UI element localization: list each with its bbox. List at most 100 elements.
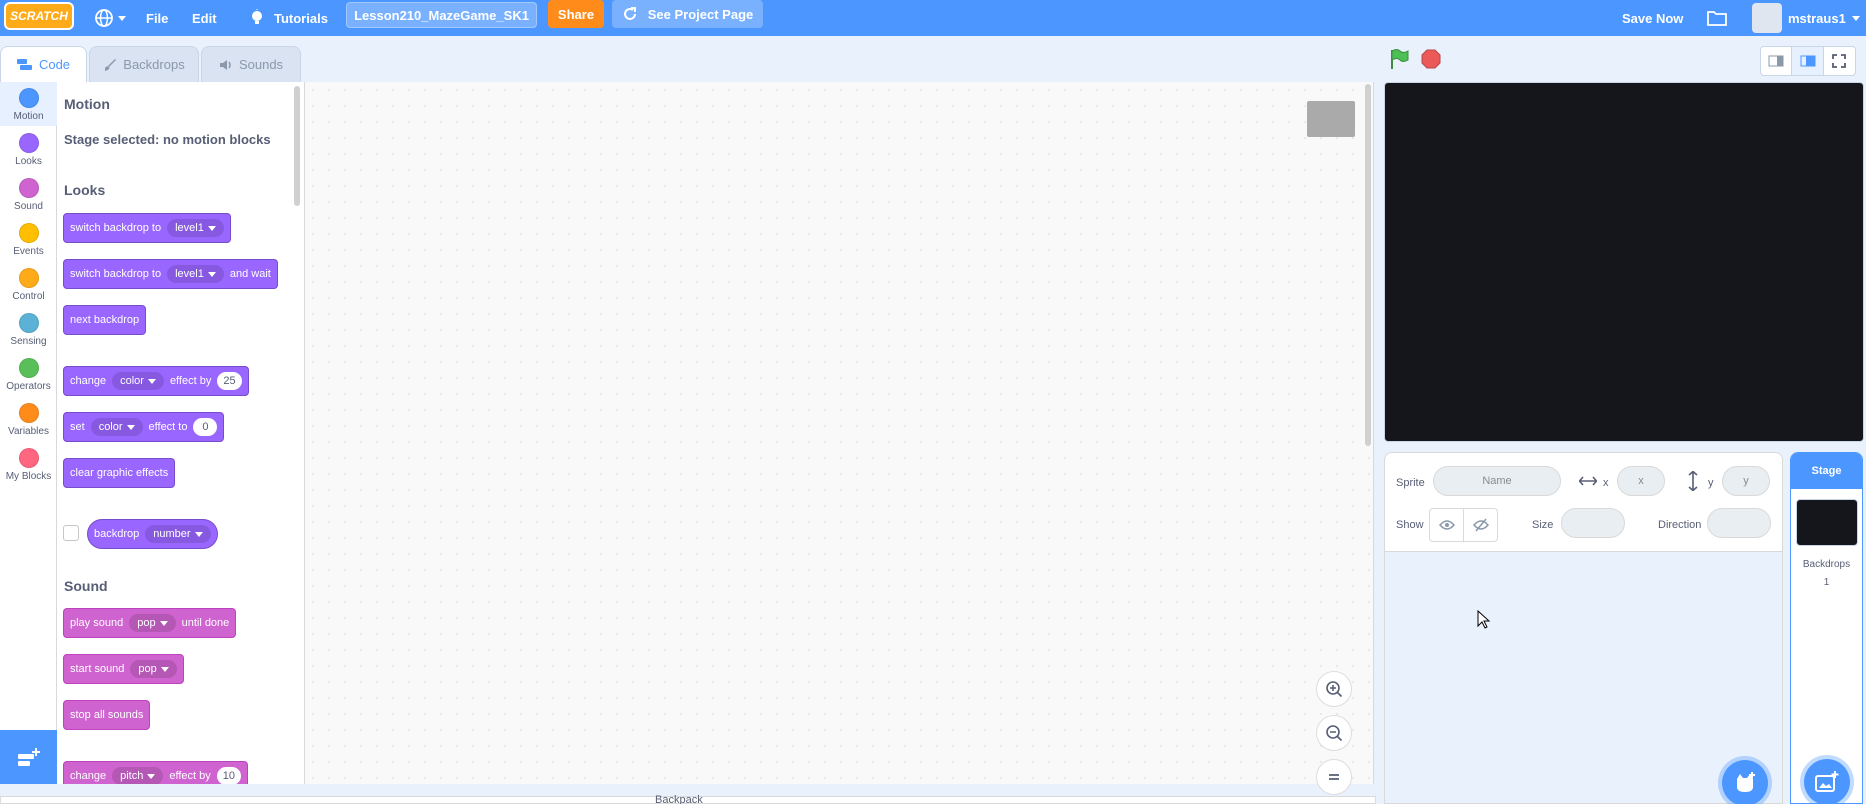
- palette-scrollbar[interactable]: [294, 86, 300, 206]
- edit-menu[interactable]: Edit: [192, 0, 217, 36]
- block-text: switch backdrop to: [70, 268, 162, 280]
- number-input[interactable]: 0: [193, 418, 218, 436]
- share-button[interactable]: Share: [548, 0, 604, 28]
- number-input[interactable]: 25: [217, 372, 242, 390]
- category-motion[interactable]: Motion: [0, 82, 57, 126]
- fullscreen-icon: [1832, 54, 1847, 68]
- block-text: effect by: [169, 770, 211, 782]
- block-palette: Motion Stage selected: no motion blocks …: [57, 82, 305, 784]
- equals-icon: [1329, 774, 1339, 780]
- dropdown-value: pitch: [120, 770, 144, 782]
- block-stop-all-sounds[interactable]: stop all sounds: [63, 700, 151, 730]
- sprite-info-panel: Sprite Name x x y y Show Size Direction: [1384, 452, 1783, 552]
- block-change-effect[interactable]: change color effect by 25: [63, 366, 249, 396]
- category-variables[interactable]: Variables: [0, 397, 57, 441]
- add-sprite-button[interactable]: [1722, 760, 1768, 804]
- sound-dropdown[interactable]: pop: [129, 614, 176, 632]
- backdrops-count: 1: [1823, 577, 1830, 588]
- category-dot: [18, 268, 39, 288]
- effect-dropdown[interactable]: pitch: [112, 767, 164, 784]
- mouse-cursor-icon: [1477, 610, 1491, 629]
- block-switch-backdrop[interactable]: switch backdrop to level1: [63, 213, 231, 243]
- speaker-icon: [219, 59, 231, 70]
- x-label: x: [1603, 477, 1609, 489]
- category-looks[interactable]: Looks: [0, 127, 57, 171]
- stage-canvas[interactable]: [1384, 82, 1864, 442]
- my-stuff-button[interactable]: [1706, 0, 1728, 36]
- add-extension-button[interactable]: [0, 730, 57, 784]
- tab-backdrops[interactable]: Backdrops: [89, 46, 199, 82]
- scratch-logo[interactable]: SCRATCH: [4, 2, 74, 30]
- backdrop-dropdown[interactable]: level1: [167, 219, 224, 237]
- block-set-effect[interactable]: set color effect to 0: [63, 412, 225, 442]
- language-menu[interactable]: [94, 0, 126, 36]
- category-menu: Motion Looks Sound Events Control Sensin…: [0, 82, 57, 784]
- tab-code[interactable]: Code: [0, 46, 87, 82]
- project-title-input[interactable]: Lesson210_MazeGame_SK1: [346, 2, 537, 28]
- backdrop-add-icon: [1815, 771, 1839, 792]
- small-stage-button[interactable]: [1761, 47, 1793, 75]
- sprite-name-input[interactable]: Name: [1433, 466, 1561, 496]
- size-input[interactable]: [1561, 508, 1625, 538]
- category-dot: [18, 133, 39, 153]
- monitor-checkbox[interactable]: [63, 525, 79, 541]
- save-now-button[interactable]: Save Now: [1622, 0, 1683, 36]
- tab-code-label: Code: [38, 57, 71, 72]
- dropdown-value: number: [153, 528, 191, 540]
- y-input[interactable]: y: [1722, 466, 1770, 496]
- category-operators[interactable]: Operators: [0, 352, 57, 396]
- block-switch-backdrop-wait[interactable]: switch backdrop to level1 and wait: [63, 259, 278, 289]
- green-flag-button[interactable]: [1388, 48, 1410, 75]
- category-label: Events: [13, 246, 44, 257]
- block-next-backdrop[interactable]: next backdrop: [63, 305, 147, 335]
- category-dot: [18, 403, 39, 423]
- tutorials-button[interactable]: Tutorials: [248, 0, 328, 36]
- stop-button[interactable]: [1420, 48, 1442, 75]
- zoom-reset-button[interactable]: [1316, 759, 1352, 795]
- add-backdrop-button[interactable]: [1804, 759, 1850, 804]
- backdrop-property-dropdown[interactable]: number: [145, 525, 211, 543]
- sprite-list[interactable]: [1384, 552, 1783, 804]
- block-backdrop-reporter[interactable]: backdrop number: [87, 519, 218, 549]
- see-project-page-button[interactable]: See Project Page: [612, 0, 763, 28]
- category-label: Motion: [13, 111, 44, 122]
- category-dot: [18, 88, 39, 108]
- dropdown-value: pop: [137, 617, 156, 629]
- effect-dropdown[interactable]: color: [90, 418, 143, 436]
- zoom-out-button[interactable]: [1316, 715, 1352, 751]
- block-text: switch backdrop to: [70, 222, 162, 234]
- block-start-sound[interactable]: start sound pop: [63, 654, 184, 684]
- stage-size-controls: [1760, 46, 1856, 76]
- stage-target-panel[interactable]: Stage Backdrops 1: [1790, 452, 1863, 804]
- category-sound[interactable]: Sound: [0, 172, 57, 216]
- sound-dropdown[interactable]: pop: [130, 660, 177, 678]
- code-workspace[interactable]: [305, 82, 1374, 795]
- block-change-pitch[interactable]: change pitch effect by 10: [63, 761, 248, 784]
- direction-input[interactable]: [1707, 508, 1771, 538]
- category-sensing[interactable]: Sensing: [0, 307, 57, 351]
- file-menu[interactable]: File: [146, 0, 168, 36]
- category-label: Sound: [14, 201, 43, 212]
- category-control[interactable]: Control: [0, 262, 57, 306]
- hide-sprite-button[interactable]: [1463, 508, 1498, 542]
- category-my-blocks[interactable]: My Blocks: [0, 442, 57, 486]
- zoom-in-button[interactable]: [1316, 671, 1352, 707]
- show-sprite-button[interactable]: [1429, 508, 1464, 542]
- block-play-sound-until-done[interactable]: play sound pop until done: [63, 608, 237, 638]
- effect-dropdown[interactable]: color: [112, 372, 164, 390]
- number-input[interactable]: 10: [216, 767, 241, 784]
- menu-bar: SCRATCH File Edit Tutorials Lesson210_Ma…: [0, 0, 1866, 36]
- eye-icon: [1438, 520, 1455, 530]
- large-stage-button[interactable]: [1792, 47, 1824, 75]
- backpack-header[interactable]: Backpack: [0, 794, 1376, 804]
- x-input[interactable]: x: [1617, 466, 1665, 496]
- category-events[interactable]: Events: [0, 217, 57, 261]
- workspace-scrollbar[interactable]: [1365, 84, 1371, 446]
- tab-sounds[interactable]: Sounds: [201, 46, 301, 82]
- backdrop-dropdown[interactable]: level1: [167, 265, 224, 283]
- motion-note: Stage selected: no motion blocks: [64, 132, 271, 147]
- block-clear-graphic-effects[interactable]: clear graphic effects: [63, 458, 176, 488]
- fullscreen-button[interactable]: [1824, 47, 1855, 75]
- account-menu[interactable]: mstraus1: [1752, 0, 1860, 36]
- size-label: Size: [1532, 519, 1554, 531]
